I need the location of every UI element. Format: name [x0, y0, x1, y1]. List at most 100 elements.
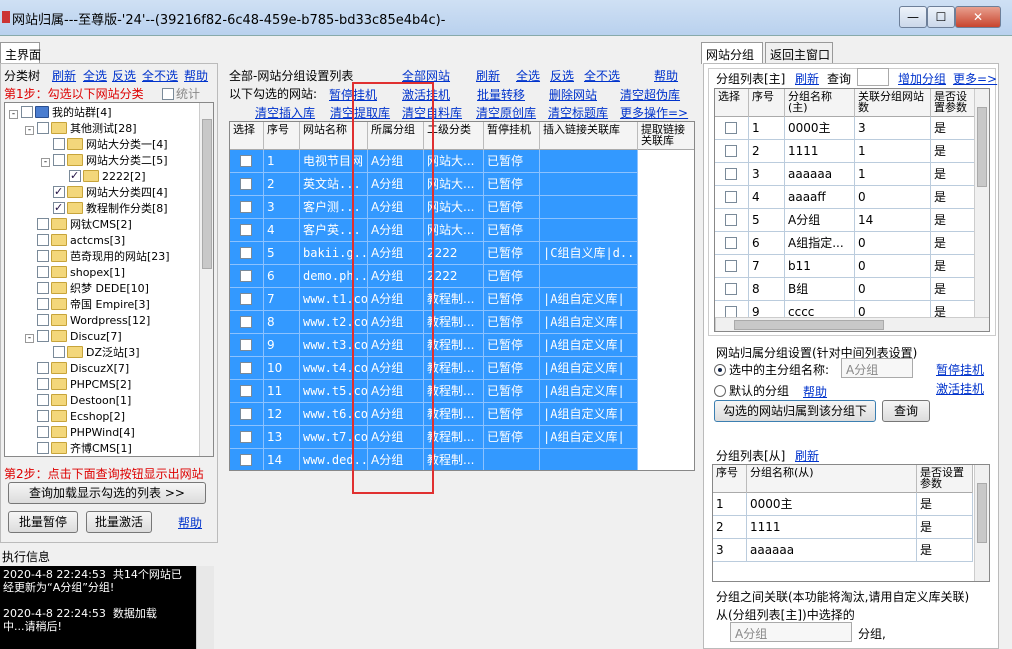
- tree-node-checkbox[interactable]: [37, 122, 49, 134]
- tree-node[interactable]: Destoon[1]: [25, 393, 131, 409]
- row-checkbox[interactable]: [239, 247, 252, 259]
- settings-query-button[interactable]: 查询: [882, 400, 930, 422]
- row-checkbox[interactable]: [239, 201, 252, 213]
- column-header[interactable]: 分组名称(从): [747, 465, 917, 493]
- batch-activate-button[interactable]: 批量激活: [86, 511, 152, 533]
- row-checkbox-cell[interactable]: [715, 186, 749, 209]
- query-load-button[interactable]: 查询加载显示勾选的列表 >>: [8, 482, 206, 504]
- table-row[interactable]: 5 A分组 14 是: [715, 209, 975, 232]
- table-row[interactable]: 11www.t5.comA分组教程制...已暂停|A组自定义库|: [230, 380, 638, 403]
- more-actions-link[interactable]: 更多操作=>: [620, 104, 688, 121]
- tree-node-checkbox[interactable]: [37, 250, 49, 262]
- column-header[interactable]: 关联分组网站数: [855, 89, 931, 117]
- table-row[interactable]: 13www.t7.comA分组教程制...已暂停|A组自定义库|: [230, 426, 638, 449]
- tree-node[interactable]: DZ泛站[3]: [41, 345, 140, 361]
- main-grid-vscroll[interactable]: [974, 89, 989, 317]
- table-row[interactable]: 3 aaaaaa 1 是: [715, 163, 975, 186]
- tree-node[interactable]: 教程制作分类[8]: [41, 200, 168, 217]
- tree-node-checkbox[interactable]: [69, 168, 81, 184]
- row-checkbox-cell[interactable]: [230, 173, 264, 196]
- tree-node[interactable]: 网站大分类四[4]: [41, 184, 168, 201]
- tree-node[interactable]: - Discuz[7]: [25, 329, 122, 345]
- tree-node[interactable]: PHPCMS[2]: [25, 377, 131, 393]
- sub-list-refresh-link[interactable]: 刷新: [795, 447, 819, 464]
- table-row[interactable]: 4 aaaaff 0 是: [715, 186, 975, 209]
- tree-node[interactable]: 齐博CMS[1]: [25, 441, 132, 456]
- table-row[interactable]: 9www.t3.comA分组教程制...已暂停|A组自定义库|: [230, 334, 638, 357]
- tree-node[interactable]: - 网站大分类二[5]: [41, 153, 168, 169]
- row-checkbox-cell[interactable]: [230, 334, 264, 357]
- row-checkbox[interactable]: [724, 214, 737, 226]
- table-row[interactable]: 8 B组 0 是: [715, 278, 975, 301]
- expand-toggle-icon[interactable]: -: [25, 126, 34, 135]
- table-row[interactable]: 1 0000主是: [713, 493, 973, 516]
- table-row[interactable]: 4 客户英... A分组 网站大... 已暂停: [230, 219, 638, 242]
- tree-node[interactable]: DiscuzX[7]: [25, 361, 129, 377]
- tree-node[interactable]: 2222[2]: [57, 168, 146, 185]
- middle-select-all-link[interactable]: 全选: [516, 67, 540, 84]
- table-row[interactable]: 6demo.ph...A分组2222已暂停: [230, 265, 638, 288]
- row-checkbox[interactable]: [239, 431, 252, 443]
- table-row[interactable]: 14www.ded...A分组教程制...: [230, 449, 638, 470]
- tree-node[interactable]: shopex[1]: [25, 265, 125, 281]
- tree-node-checkbox[interactable]: [53, 184, 65, 200]
- table-row[interactable]: 2 1111 1 是: [715, 140, 975, 163]
- tree-node[interactable]: actcms[3]: [25, 233, 125, 249]
- tree-node[interactable]: Ecshop[2]: [25, 409, 125, 425]
- batch-transfer-link[interactable]: 批量转移: [477, 86, 525, 103]
- middle-invert-link[interactable]: 反选: [550, 67, 574, 84]
- table-row[interactable]: 6 A组指定... 0 是: [715, 232, 975, 255]
- tree-node-checkbox[interactable]: [37, 410, 49, 422]
- row-checkbox[interactable]: [239, 178, 252, 190]
- column-header[interactable]: 序号: [264, 122, 300, 150]
- column-header[interactable]: 选择: [715, 89, 749, 117]
- table-row[interactable]: 1 0000主 3 是: [715, 117, 975, 140]
- table-row[interactable]: 3 客户测... A分组 网站大... 已暂停: [230, 196, 638, 219]
- tree-node-checkbox[interactable]: [37, 426, 49, 438]
- table-row[interactable]: 12www.t6.comA分组教程制...已暂停|A组自定义库|: [230, 403, 638, 426]
- table-row[interactable]: 2 1111 是: [713, 516, 973, 539]
- column-header[interactable]: 选择: [230, 122, 264, 150]
- minimize-button[interactable]: —: [899, 6, 927, 28]
- assign-group-button[interactable]: 勾选的网站归属到该分组下: [714, 400, 876, 422]
- table-row[interactable]: 10www.t4.comA分组教程制...已暂停|A组自定义库|: [230, 357, 638, 380]
- row-checkbox[interactable]: [239, 454, 252, 466]
- batch-pause-button[interactable]: 批量暂停: [8, 511, 78, 533]
- middle-help-link[interactable]: 帮助: [654, 67, 678, 84]
- middle-select-none-link[interactable]: 全不选: [584, 67, 620, 84]
- tree-node-checkbox[interactable]: [53, 346, 65, 358]
- row-checkbox[interactable]: [239, 385, 252, 397]
- log-scrollbar[interactable]: [196, 566, 214, 649]
- tab-main[interactable]: 主界面: [0, 42, 41, 64]
- column-header[interactable]: 暂停挂机: [484, 122, 540, 150]
- table-row[interactable]: 3 aaaaaa 是: [713, 539, 973, 562]
- clear-title-link[interactable]: 清空标题库: [548, 104, 608, 121]
- column-header[interactable]: 序号: [713, 465, 747, 493]
- tree-node-checkbox[interactable]: [37, 378, 49, 390]
- column-header[interactable]: 分组名称(主): [785, 89, 855, 117]
- tree-scrollbar-thumb[interactable]: [202, 119, 212, 269]
- tree-invert-link[interactable]: 反选: [112, 67, 136, 84]
- tree-node[interactable]: - 其他测试[28]: [25, 121, 137, 137]
- row-checkbox-cell[interactable]: [230, 150, 264, 173]
- tree-node-checkbox[interactable]: [37, 298, 49, 310]
- row-checkbox-cell[interactable]: [230, 219, 264, 242]
- opt-main-group[interactable]: 选中的主分组名称:: [714, 361, 829, 378]
- column-header[interactable]: 提取链接关联库: [638, 122, 694, 150]
- column-header[interactable]: 插入链接关联库: [540, 122, 638, 150]
- row-checkbox[interactable]: [724, 237, 737, 249]
- tree-node[interactable]: 帝国 Empire[3]: [25, 297, 150, 313]
- stats-checkbox-box[interactable]: [162, 88, 174, 100]
- tree-node[interactable]: - 我的站群[4]: [9, 105, 112, 121]
- tree-node-checkbox[interactable]: [53, 200, 65, 216]
- row-checkbox[interactable]: [239, 224, 252, 236]
- tree-node-checkbox[interactable]: [21, 106, 33, 118]
- row-checkbox-cell[interactable]: [715, 140, 749, 163]
- row-checkbox-cell[interactable]: [715, 278, 749, 301]
- sub-grid-vscroll[interactable]: [974, 465, 989, 581]
- row-checkbox-cell[interactable]: [715, 232, 749, 255]
- tree-node-checkbox[interactable]: [37, 442, 49, 454]
- table-row[interactable]: 1 电视节目网 A分组 网站大... 已暂停: [230, 150, 638, 173]
- table-row[interactable]: 7www.t1.comA分组教程制...已暂停|A组自定义库|: [230, 288, 638, 311]
- tree-node-checkbox[interactable]: [37, 314, 49, 326]
